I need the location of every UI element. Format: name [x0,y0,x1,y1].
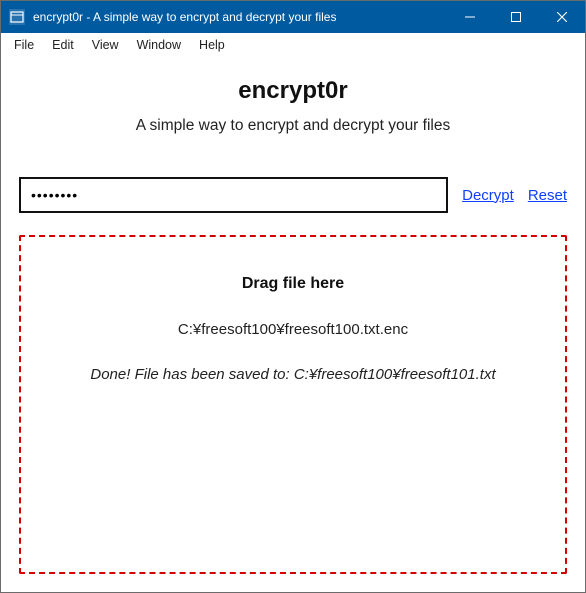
app-icon [9,9,25,25]
maximize-button[interactable] [493,1,539,33]
app-heading: encrypt0r [19,77,567,105]
menu-view[interactable]: View [83,36,128,54]
window-title: encrypt0r - A simple way to encrypt and … [33,10,336,24]
dropzone-title: Drag file here [242,275,344,293]
titlebar: encrypt0r - A simple way to encrypt and … [1,1,585,33]
menu-window[interactable]: Window [128,36,190,54]
client-area: encrypt0r A simple way to encrypt and de… [1,57,585,592]
app-subheading: A simple way to encrypt and decrypt your… [19,117,567,135]
minimize-button[interactable] [447,1,493,33]
menu-file[interactable]: File [5,36,43,54]
menubar: File Edit View Window Help [1,33,585,57]
dropzone-status: Done! File has been saved to: C:¥freesof… [84,366,501,383]
window-controls [447,1,585,33]
password-input[interactable] [19,177,448,213]
app-window: encrypt0r - A simple way to encrypt and … [0,0,586,593]
decrypt-button[interactable]: Decrypt [462,187,514,204]
reset-button[interactable]: Reset [528,187,567,204]
password-row: Decrypt Reset [19,177,567,213]
menu-edit[interactable]: Edit [43,36,83,54]
close-button[interactable] [539,1,585,33]
menu-help[interactable]: Help [190,36,234,54]
dropzone-path: C:¥freesoft100¥freesoft100.txt.enc [178,321,408,338]
file-dropzone[interactable]: Drag file here C:¥freesoft100¥freesoft10… [19,235,567,574]
